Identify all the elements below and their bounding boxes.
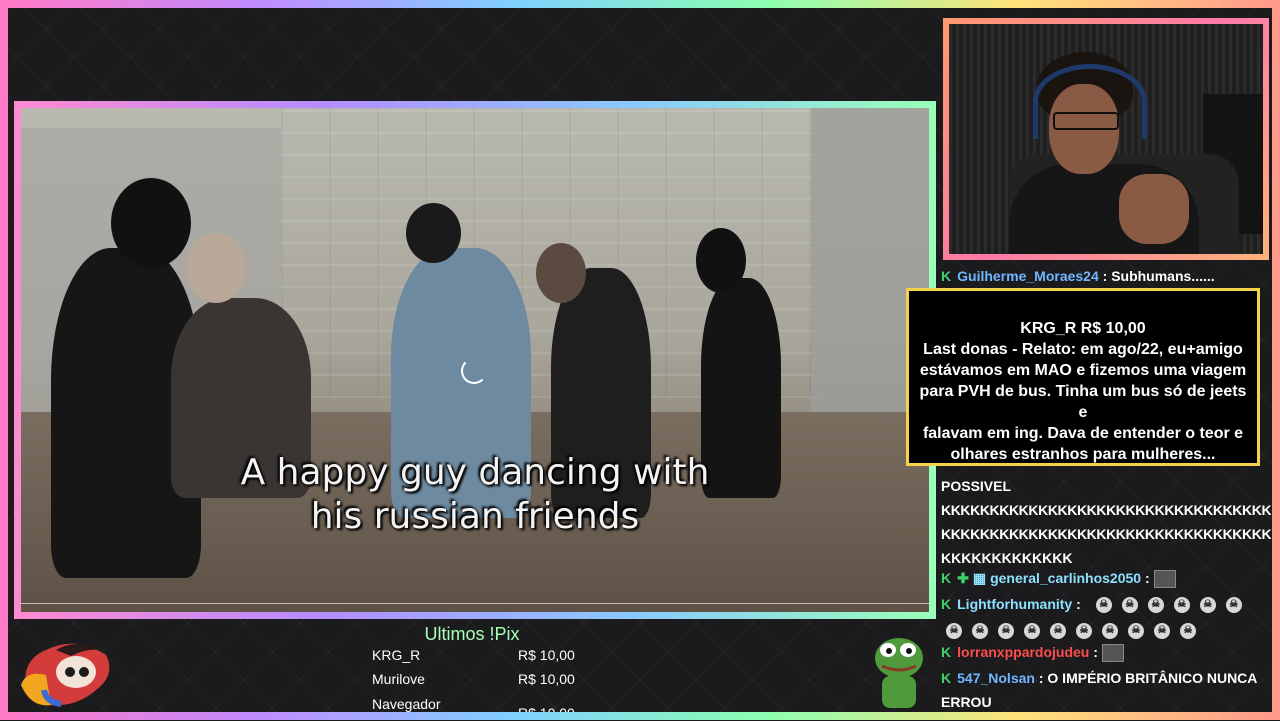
donation-message-line: olhares estranhos para mulheres... (950, 446, 1216, 463)
skull-emote-icon: ☠ (946, 623, 962, 640)
kick-badge-icon: K (941, 670, 952, 686)
chat-message: Klorranxppardojudeu : (941, 640, 1271, 664)
skull-emote-icon: ☠ (1050, 623, 1066, 640)
donation-message-line: falavam em ing. Dava de entender o teor … (922, 425, 1244, 442)
chat-message: K Guilherme_Moraes24 : Subhumans...... (941, 264, 1271, 288)
chat-message: POSSIVEL KKKKKKKKKKKKKKKKKKKKKKKKKKKKKKK… (941, 474, 1271, 570)
chat-message-text: ERROU (941, 694, 992, 710)
video-progress-bar[interactable] (21, 603, 929, 604)
webcam-streamer-hands (1119, 174, 1189, 244)
emote-image-icon (1101, 644, 1124, 663)
kick-badge-icon: K (941, 570, 952, 586)
kick-badge-icon: K (941, 644, 952, 660)
skull-emote-icon: ☠ (1102, 623, 1118, 640)
pix-title: Ultimos !Pix (424, 624, 520, 644)
mascot-character-icon (21, 643, 110, 707)
donation-alert: KRG_R R$ 10,00 Last donas - Relato: em a… (906, 288, 1260, 466)
skull-emote-icon: ☠ (1173, 597, 1190, 614)
pix-value: R$ 10,00 (518, 705, 575, 721)
headset-icon (1033, 64, 1147, 139)
skull-emote-icon: ☠ (972, 623, 988, 640)
plus-badge-icon: ✚ (957, 570, 969, 586)
chat-username[interactable]: 547_Nolsan (957, 670, 1035, 686)
chat-username[interactable]: Guilherme_Moraes24 (957, 268, 1099, 284)
chat-message-text: KKKKKKKKKKKKKKKKKKKKKKKKKKKKKKKKKKKKK (941, 526, 1271, 542)
video-caption-line2: his russian friends (310, 496, 640, 537)
emote-image-icon (1153, 570, 1176, 589)
chat-username[interactable]: general_carlinhos2050 (990, 570, 1141, 586)
video-player[interactable]: A happy guy dancing with his russian fri… (21, 108, 929, 612)
kick-badge-icon: K (941, 268, 952, 284)
video-person-head (406, 203, 461, 263)
skull-emote-icon: ☠ (1095, 597, 1112, 614)
skull-emote-icon: ☠ (998, 623, 1014, 640)
skull-emote-icon: ☠ (1121, 597, 1138, 614)
loading-spinner-icon (461, 358, 487, 384)
pix-value: R$ 10,00 (518, 671, 575, 687)
chat-message-text: : O IMPÉRIO BRITÂNICO NUNCA (1038, 670, 1258, 686)
donation-message-line: estávamos em MAO e fizemos uma viagem (919, 362, 1247, 379)
chat-message-text: KKKKKKKKKKKKKKKKKKKKKKKKKKKKKKKKKKKKK (941, 502, 1271, 518)
video-person-head (111, 178, 191, 268)
chat-message-text: : (1144, 570, 1150, 586)
skull-emote-icon: ☠ (1154, 623, 1170, 640)
skull-emote-icon: ☠ (1076, 623, 1092, 640)
chat-username[interactable]: Lightforhumanity (957, 596, 1072, 612)
video-caption-line1: A happy guy dancing with (240, 452, 710, 493)
pix-name: KRG_R (372, 647, 421, 663)
chat-username[interactable]: lorranxppardojudeu (957, 644, 1089, 660)
video-person-head (536, 243, 586, 303)
chat-message-text: : (1076, 596, 1081, 612)
video-person-head (186, 233, 246, 303)
video-person-head (696, 228, 746, 293)
chat-message-text: : (1093, 644, 1098, 660)
skull-emote-icon: ☠ (1199, 597, 1216, 614)
webcam-feed (949, 24, 1263, 254)
chat-message-text: : Subhumans...... (1102, 268, 1215, 284)
skull-emote-icon: ☠ (1147, 597, 1164, 614)
skull-emote-icon: ☠ (1225, 597, 1242, 614)
pix-name: Murilove (372, 671, 425, 687)
chat-message: K ✚ ▦ general_carlinhos2050 : (941, 566, 1271, 590)
webcam-frame (943, 18, 1269, 260)
chat-message: K 547_Nolsan : O IMPÉRIO BRITÂNICO NUNCA … (941, 666, 1271, 712)
chat-message: K Lightforhumanity : ☠ ☠ ☠ ☠ ☠ ☠ ☠ ☠ ☠ ☠ ☠ ☠ ☠ ☠ ☠ ☠ (941, 592, 1271, 642)
donation-header: KRG_R R$ 10,00 (1020, 320, 1146, 337)
chat-message-text: POSSIVEL (941, 478, 1012, 494)
pix-name: Navegador (372, 696, 441, 712)
video-frame: A happy guy dancing with his russian fri… (14, 101, 936, 619)
donation-message-line: Last donas - Relato: em ago/22, eu+amigo (923, 341, 1243, 358)
sub-badge-icon: ▦ (972, 570, 987, 586)
skull-emote-icon: ☠ (1128, 623, 1144, 640)
pepe-frog-icon (875, 638, 923, 708)
kick-badge-icon: K (941, 596, 952, 612)
pix-value: R$ 10,00 (518, 647, 575, 663)
skull-emote-icon: ☠ (1180, 623, 1196, 640)
donation-message-line: para PVH de bus. Tinha um bus só de jeet… (919, 383, 1247, 421)
skull-emote-icon: ☠ (1024, 623, 1040, 640)
